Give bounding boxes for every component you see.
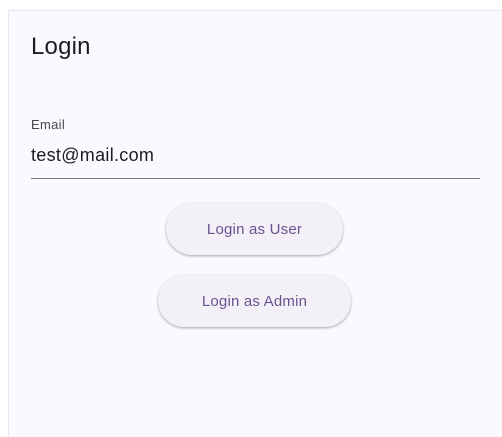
page-title: Login	[31, 33, 91, 60]
email-field-label: Email	[31, 117, 66, 132]
login-as-user-button[interactable]: Login as User	[166, 203, 343, 255]
email-field[interactable]: Email	[31, 117, 480, 179]
login-as-admin-button[interactable]: Login as Admin	[158, 275, 351, 327]
email-field-underline	[31, 178, 480, 179]
login-card: Login Email Login as User Login as Admin	[8, 10, 502, 437]
email-input[interactable]	[31, 139, 480, 171]
